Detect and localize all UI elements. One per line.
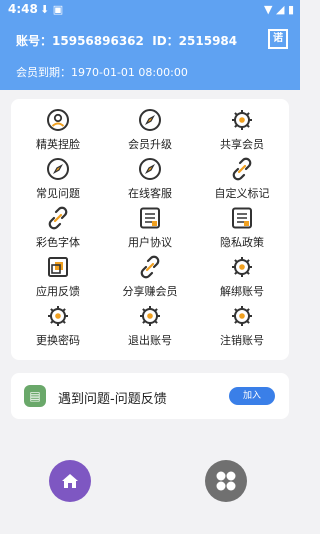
compass-icon xyxy=(45,156,71,182)
menu-item[interactable]: 常见问题 xyxy=(12,156,104,205)
feedback-text: 遇到问题-问题反馈 xyxy=(58,392,167,407)
signal-battery-icons: ▼ ◢ ▮ xyxy=(264,3,294,16)
feedback-icon: ▤ xyxy=(24,385,46,407)
menu-item-label: 会员升级 xyxy=(128,138,172,151)
feedback-icon xyxy=(45,254,71,280)
face-icon xyxy=(45,107,71,133)
gear-icon xyxy=(229,107,255,133)
account-label: 账号： xyxy=(16,34,53,48)
qr-code-button[interactable]: 诺 xyxy=(268,29,288,49)
id-label: ID： xyxy=(152,34,179,48)
menu-item[interactable]: 应用反馈 xyxy=(12,254,104,303)
document-icon xyxy=(137,205,163,231)
menu-item[interactable]: 退出账号 xyxy=(104,303,196,352)
menu-item-label: 彩色字体 xyxy=(36,236,80,249)
gear-icon xyxy=(137,303,163,329)
notification-icons: ⬇ ▣ xyxy=(40,3,64,16)
menu-card: 精英捏脸 会员升级 共享会员常见问题 在线客服 自定义标记彩色字体 用户协议 隐私政策应用反… xyxy=(11,99,289,360)
menu-item[interactable]: 隐私政策 xyxy=(196,205,288,254)
home-icon xyxy=(62,474,78,488)
menu-item-label: 用户协议 xyxy=(128,236,172,249)
status-time: 4:48 xyxy=(8,2,38,16)
menu-item[interactable]: 精英捏脸 xyxy=(12,107,104,156)
gear-icon xyxy=(229,303,255,329)
apps-tab[interactable] xyxy=(205,460,247,502)
menu-item[interactable]: 共享会员 xyxy=(196,107,288,156)
menu-item-label: 退出账号 xyxy=(128,334,172,347)
compass-icon xyxy=(137,156,163,182)
menu-item[interactable]: 分享赚会员 xyxy=(104,254,196,303)
join-button[interactable]: 加入 xyxy=(229,387,275,405)
menu-item[interactable]: 自定义标记 xyxy=(196,156,288,205)
compass-icon xyxy=(137,107,163,133)
account-number: 15956896362 xyxy=(52,34,144,48)
menu-item-label: 注销账号 xyxy=(220,334,264,347)
feedback-card[interactable]: ▤ 遇到问题-问题反馈 加入 xyxy=(11,373,289,419)
menu-item-label: 在线客服 xyxy=(128,187,172,200)
header: 4:48 ⬇ ▣ ▼ ◢ ▮ 账号：15956896362 ID：2515984… xyxy=(0,0,300,90)
status-bar: 4:48 ⬇ ▣ ▼ ◢ ▮ xyxy=(0,0,300,20)
apps-icon xyxy=(216,471,236,491)
id-value: 2515984 xyxy=(178,34,238,48)
menu-item[interactable]: 注销账号 xyxy=(196,303,288,352)
menu-item-label: 分享赚会员 xyxy=(122,285,178,298)
menu-item-label: 应用反馈 xyxy=(36,285,80,298)
menu-grid: 精英捏脸 会员升级 共享会员常见问题 在线客服 自定义标记彩色字体 用户协议 隐私政策应用反… xyxy=(11,107,289,352)
expire-label: 会员到期： xyxy=(16,66,71,79)
gear-icon xyxy=(229,254,255,280)
menu-item[interactable]: 会员升级 xyxy=(104,107,196,156)
expire-line: 会员到期：1970-01-01 08:00:00 xyxy=(16,64,188,80)
menu-item[interactable]: 解绑账号 xyxy=(196,254,288,303)
menu-item[interactable]: 彩色字体 xyxy=(12,205,104,254)
link-icon xyxy=(45,205,71,231)
link-icon xyxy=(137,254,163,280)
menu-item-label: 更换密码 xyxy=(36,334,80,347)
menu-item[interactable]: 在线客服 xyxy=(104,156,196,205)
menu-item-label: 精英捏脸 xyxy=(36,138,80,151)
gear-icon xyxy=(45,303,71,329)
home-tab[interactable] xyxy=(49,460,91,502)
menu-item-label: 隐私政策 xyxy=(220,236,264,249)
expire-date: 1970-01-01 08:00:00 xyxy=(71,66,188,79)
menu-item-label: 共享会员 xyxy=(220,138,264,151)
menu-item-label: 自定义标记 xyxy=(214,187,270,200)
menu-item[interactable]: 用户协议 xyxy=(104,205,196,254)
document-icon xyxy=(229,205,255,231)
menu-item-label: 解绑账号 xyxy=(220,285,264,298)
menu-item[interactable]: 更换密码 xyxy=(12,303,104,352)
menu-item-label: 常见问题 xyxy=(36,187,80,200)
account-line: 账号：15956896362 ID：2515984 xyxy=(16,32,237,49)
link-icon xyxy=(229,156,255,182)
